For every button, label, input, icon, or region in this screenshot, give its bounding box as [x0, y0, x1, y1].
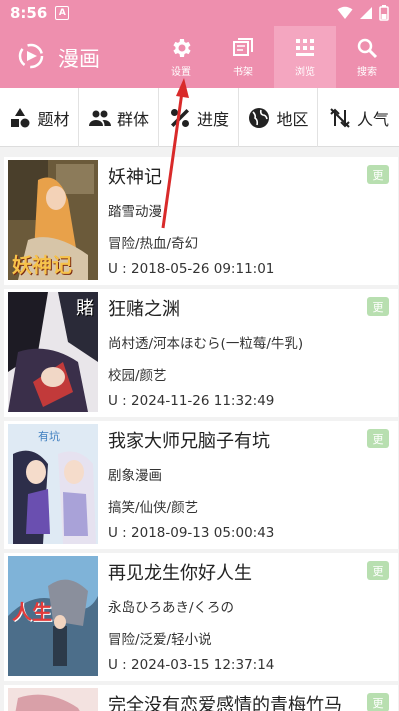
update-badge: 更 [367, 165, 389, 184]
battery-icon [379, 5, 389, 21]
comic-tags: 冒险/热血/奇幻 [108, 236, 199, 252]
comic-author: 尚村透/河本ほむら(一粒莓/牛乳) [108, 336, 304, 352]
update-badge: 更 [367, 297, 389, 316]
comic-author: 永岛ひろあき/くろの [108, 600, 235, 616]
comic-cover [8, 688, 98, 711]
comic-cover: 人生 [8, 556, 98, 676]
settings-button[interactable]: 设置 [150, 26, 212, 88]
comic-updated: U : 2018-09-13 05:00:43 [108, 525, 275, 541]
update-badge: 更 [367, 429, 389, 448]
globe-icon [249, 107, 270, 128]
settings-label: 设置 [171, 67, 191, 78]
update-badge: 更 [367, 561, 389, 580]
filter-popularity-button[interactable]: 人气 [318, 88, 399, 147]
status-bar: 8:56 A [0, 0, 399, 26]
cover-caption: 妖神记 [12, 253, 72, 277]
search-icon [357, 38, 378, 59]
bookshelf-label: 书架 [233, 67, 253, 78]
status-icons [337, 5, 389, 21]
comic-author: 剧象漫画 [108, 468, 162, 484]
comic-title: 妖神记 [108, 167, 162, 188]
comic-card[interactable]: 賭 狂赌之渊 尚村透/河本ほむら(一粒莓/牛乳) 校园/颜艺 U : 2024-… [4, 289, 398, 417]
search-label: 搜索 [357, 67, 377, 78]
cover-caption: 賭 [76, 298, 94, 319]
comic-tags: 搞笑/仙侠/颜艺 [108, 500, 199, 516]
filter-audience-label: 群体 [116, 109, 149, 129]
comic-updated: U : 2018-05-26 09:11:01 [108, 261, 275, 277]
app-bar: 漫画 设置 书架 浏览 搜索 [0, 26, 399, 88]
search-button[interactable]: 搜索 [336, 26, 398, 88]
app-title: 漫画 [58, 47, 100, 71]
comic-cover: 妖神记 [8, 160, 98, 280]
filter-progress-button[interactable]: 进度 [159, 88, 239, 147]
filter-region-button[interactable]: 地区 [239, 88, 318, 147]
cover-caption: 有坑 [38, 430, 60, 443]
browse-label: 浏览 [295, 67, 315, 78]
cover-caption: 人生 [12, 600, 52, 624]
filter-bar: 题材 群体 进度 地区 人气 [0, 88, 399, 147]
comic-title: 狂赌之渊 [108, 299, 180, 320]
filter-progress-label: 进度 [196, 109, 229, 129]
signal-icon [360, 7, 372, 19]
comic-card[interactable]: 完全没有恋爱感情的青梅竹马 更 [4, 685, 398, 711]
filter-region-label: 地区 [276, 109, 309, 129]
app-logo-icon [18, 43, 44, 69]
comic-card[interactable]: 人生 再见龙生你好人生 永岛ひろあき/くろの 冒险/泛爱/轻小说 U : 202… [4, 553, 398, 681]
filter-genre-button[interactable]: 题材 [0, 88, 79, 147]
filter-audience-button[interactable]: 群体 [79, 88, 159, 147]
browse-grid-icon [296, 39, 314, 56]
comic-card[interactable]: 妖神记 妖神记 踏雪动漫 冒险/热血/奇幻 U : 2018-05-26 09:… [4, 157, 398, 285]
comic-title: 我家大师兄脑子有坑 [108, 431, 270, 452]
comic-tags: 冒险/泛爱/轻小说 [108, 632, 212, 648]
browse-button[interactable]: 浏览 [274, 26, 336, 88]
status-time: 8:56 [10, 4, 48, 22]
comic-title: 再见龙生你好人生 [108, 563, 252, 584]
filter-genre-label: 题材 [37, 109, 70, 129]
gear-icon [173, 39, 191, 57]
comic-updated: U : 2024-11-26 11:32:49 [108, 393, 275, 409]
percent-icon [170, 108, 189, 127]
update-badge: 更 [367, 693, 389, 711]
comic-tags: 校园/颜艺 [108, 368, 167, 384]
notification-icon: A [55, 6, 70, 20]
comic-author: 踏雪动漫 [108, 204, 162, 220]
wifi-icon [337, 6, 353, 19]
group-icon [88, 110, 111, 126]
comic-card[interactable]: 有坑 我家大师兄脑子有坑 剧象漫画 搞笑/仙侠/颜艺 U : 2018-09-1… [4, 421, 398, 549]
cover-image [8, 688, 98, 711]
shapes-icon [11, 107, 30, 127]
bookshelf-button[interactable]: 书架 [212, 26, 274, 88]
comic-cover: 有坑 [8, 424, 98, 544]
comic-title: 完全没有恋爱感情的青梅竹马 [108, 695, 342, 711]
sort-icon [330, 107, 350, 128]
bookshelf-icon [233, 38, 253, 56]
comic-cover: 賭 [8, 292, 98, 412]
comic-updated: U : 2024-03-15 12:37:14 [108, 657, 275, 673]
filter-popularity-label: 人气 [356, 109, 389, 129]
